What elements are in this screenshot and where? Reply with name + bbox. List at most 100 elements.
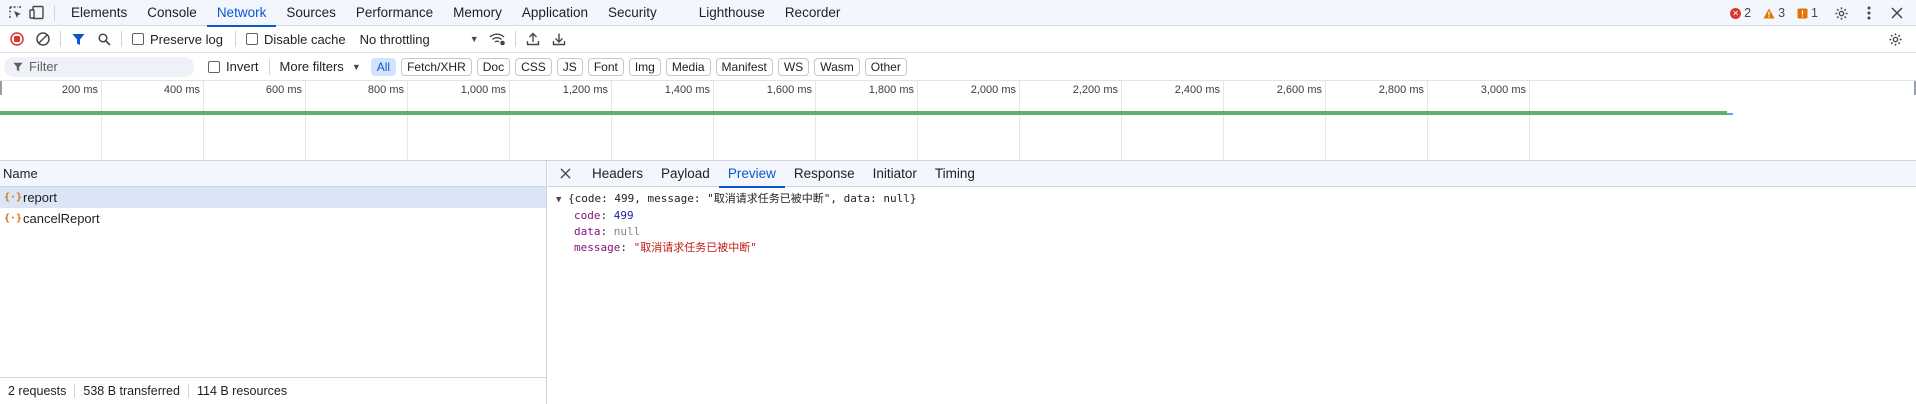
disable-cache-checkbox[interactable]: Disable cache <box>245 32 346 47</box>
timeline-gridline <box>203 81 204 161</box>
json-value: "取消请求任务已被中断" <box>633 241 757 254</box>
timeline-tick-label: 800 ms <box>367 84 404 96</box>
filter-toggle-button[interactable] <box>65 26 91 52</box>
more-filters-dropdown[interactable]: More filters ▼ <box>280 59 361 74</box>
detail-tab-headers[interactable]: Headers <box>583 161 652 187</box>
detail-tab-initiator[interactable]: Initiator <box>864 161 926 187</box>
tab-sources[interactable]: Sources <box>276 0 346 26</box>
inspect-element-icon[interactable] <box>4 2 26 24</box>
checkbox-box[interactable] <box>132 33 144 45</box>
detail-tab-preview[interactable]: Preview <box>718 161 785 188</box>
tab-security[interactable]: Security <box>598 0 667 26</box>
timeline-tick-label: 3,000 ms <box>1480 84 1526 96</box>
detail-tab-timing[interactable]: Timing <box>926 161 984 187</box>
filter-chip-doc[interactable]: Doc <box>476 57 511 76</box>
record-icon <box>10 32 24 46</box>
json-root-row[interactable]: ▼ {code: 499, message: "取消请求任务已被中断", dat… <box>556 191 1916 208</box>
checkbox-box[interactable] <box>208 60 220 73</box>
timeline-gridline <box>1019 81 1020 161</box>
error-count: 2 <box>1744 6 1752 20</box>
filter-chip-wasm[interactable]: Wasm <box>814 57 860 76</box>
issues-count-badge[interactable]: 1 <box>1797 6 1818 20</box>
network-overview-timeline[interactable]: 200 ms 400 ms 600 ms 800 ms 1,000 ms 1,200 ms… <box>0 81 1916 161</box>
request-list-panel: Name {·} report {·} cancelReport 2 requests… <box>0 161 547 404</box>
tab-network[interactable]: Network <box>206 0 277 27</box>
name-column-header[interactable]: Name <box>0 161 546 187</box>
filter-chip-img[interactable]: Img <box>628 57 661 76</box>
request-row[interactable]: {·} cancelReport <box>0 208 546 229</box>
divider <box>268 58 270 75</box>
json-key: data <box>574 225 601 238</box>
import-har-button[interactable] <box>520 26 546 52</box>
tab-lighthouse[interactable]: Lighthouse <box>689 0 775 26</box>
search-button[interactable] <box>91 26 117 52</box>
settings-gear-icon[interactable] <box>1830 2 1852 24</box>
timeline-tick-label: 600 ms <box>265 84 302 96</box>
timeline-tick-label: 1,600 ms <box>766 84 812 96</box>
filter-placeholder: Filter <box>29 59 58 74</box>
upload-icon <box>526 32 539 46</box>
detail-tab-bar: Headers Payload Preview Response Initiator Ti… <box>548 161 1916 188</box>
close-devtools-icon[interactable] <box>1886 2 1908 24</box>
resources-size: 114 B resources <box>196 384 288 398</box>
tab-recorder[interactable]: Recorder <box>775 0 851 26</box>
timeline-gridline <box>509 81 510 161</box>
timeline-tick-label: 2,600 ms <box>1276 84 1322 96</box>
error-count-badge[interactable]: ✕ 2 <box>1730 6 1751 20</box>
clear-button[interactable] <box>30 26 56 52</box>
filter-chip-css[interactable]: CSS <box>515 57 552 76</box>
filter-chip-media[interactable]: Media <box>665 57 711 76</box>
filter-chip-manifest[interactable]: Manifest <box>715 57 773 76</box>
filter-input[interactable]: Filter <box>4 56 194 77</box>
transferred-size: 538 B transferred <box>75 384 189 398</box>
divider <box>60 31 61 47</box>
detail-tab-payload[interactable]: Payload <box>652 161 719 187</box>
timeline-gridline <box>305 81 306 161</box>
invert-label: Invert <box>226 59 259 74</box>
timeline-gridline <box>1427 81 1428 161</box>
xhr-json-icon: {·} <box>4 192 23 203</box>
request-row[interactable]: {·} report <box>0 187 546 208</box>
tab-memory[interactable]: Memory <box>443 0 512 26</box>
timeline-gridline <box>1223 81 1224 161</box>
stop-recording-button[interactable] <box>4 26 30 52</box>
tab-application[interactable]: Application <box>512 0 598 26</box>
settings-gear-icon <box>1888 32 1902 46</box>
request-count: 2 requests <box>8 384 76 398</box>
timeline-left-handle[interactable] <box>0 81 2 95</box>
filter-chip-ws[interactable]: WS <box>777 57 810 76</box>
more-filters-label: More filters <box>279 59 344 74</box>
timeline-gridline <box>611 81 612 161</box>
json-property-code: code: 499 <box>574 209 634 222</box>
export-har-button[interactable] <box>546 26 572 52</box>
network-settings-button[interactable] <box>1882 26 1908 52</box>
filter-chip-fetch-xhr[interactable]: Fetch/XHR <box>401 57 472 76</box>
preserve-log-label: Preserve log <box>150 31 223 47</box>
network-conditions-button[interactable] <box>485 26 511 52</box>
more-options-icon[interactable] <box>1858 2 1880 24</box>
expand-triangle-icon[interactable]: ▼ <box>556 195 561 205</box>
json-value: null <box>613 225 641 238</box>
throttling-select[interactable]: No throttling ▼ <box>360 32 479 47</box>
divider <box>234 31 236 47</box>
clear-icon <box>36 32 50 46</box>
filter-chip-other[interactable]: Other <box>864 57 907 76</box>
filter-chip-all[interactable]: All <box>370 57 397 76</box>
filter-funnel-icon <box>72 33 84 45</box>
timeline-gridline <box>101 81 102 161</box>
detail-tab-response[interactable]: Response <box>785 161 864 187</box>
issue-flag-icon <box>1797 8 1808 18</box>
timeline-tick-label: 2,000 ms <box>970 84 1016 96</box>
filter-chip-font[interactable]: Font <box>587 57 624 76</box>
checkbox-box[interactable] <box>245 33 258 45</box>
filter-chip-js[interactable]: JS <box>556 57 583 76</box>
xhr-json-icon: {·} <box>4 213 23 224</box>
device-toolbar-icon[interactable] <box>26 2 48 24</box>
warning-count-badge[interactable]: 3 <box>1763 6 1785 20</box>
tab-performance[interactable]: Performance <box>346 0 443 26</box>
tab-elements[interactable]: Elements <box>61 0 137 26</box>
tab-console[interactable]: Console <box>137 0 207 26</box>
close-detail-button[interactable] <box>548 161 583 187</box>
preserve-log-checkbox[interactable]: Preserve log <box>132 32 223 47</box>
invert-checkbox[interactable]: Invert <box>208 59 259 74</box>
